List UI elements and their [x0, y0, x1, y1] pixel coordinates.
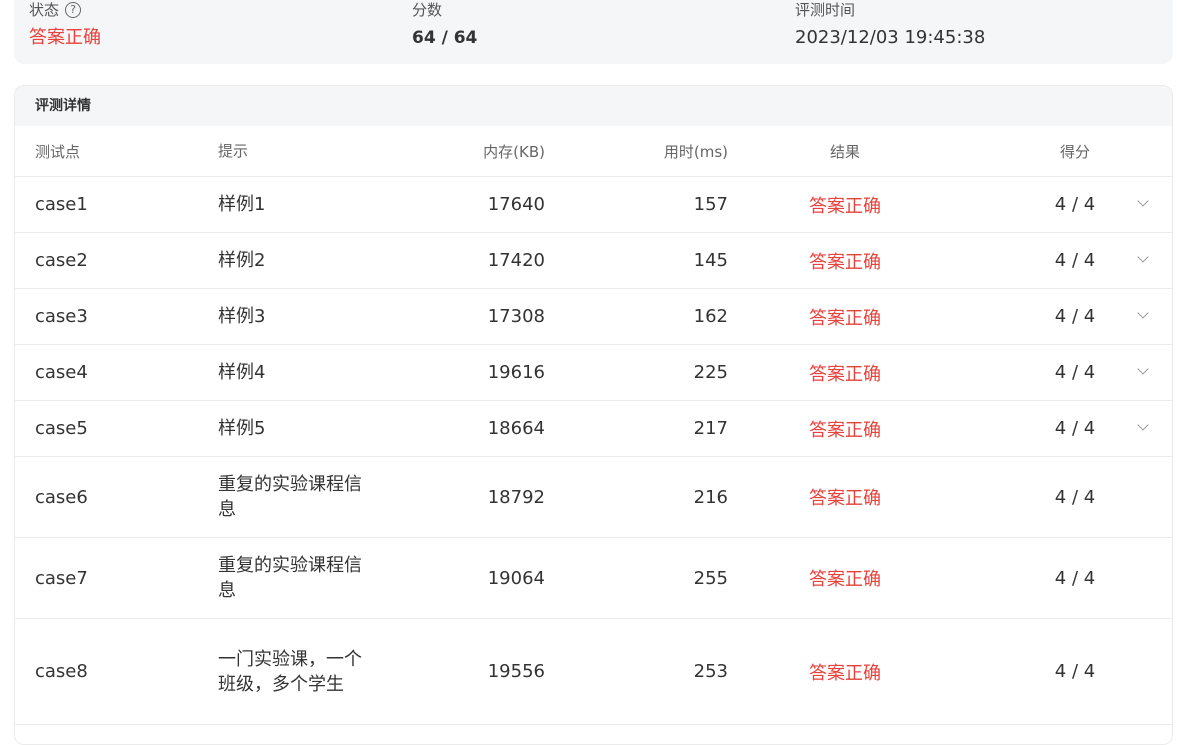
- case-memory: 18792: [487, 486, 545, 508]
- case-hint: 样例4: [218, 362, 266, 383]
- col-header-memory: 内存(KB): [483, 142, 545, 161]
- case-time: 157: [693, 194, 728, 215]
- case-name: case5: [35, 418, 88, 439]
- expand-toggle[interactable]: [1133, 401, 1153, 456]
- expand-toggle[interactable]: [1133, 177, 1153, 232]
- case-name: case3: [35, 306, 88, 327]
- status-block: 状态 ? 答案正确: [29, 0, 101, 50]
- case-hint: 重复的实验课程信息: [218, 474, 362, 520]
- question-circle-icon[interactable]: ?: [65, 2, 82, 18]
- case-time: 253: [693, 661, 728, 682]
- judge-time-value: 2023/12/03 19:45:38: [795, 27, 986, 48]
- table-header: 测试点 提示 内存(KB) 用时(ms) 结果 得分: [15, 126, 1172, 177]
- case-memory: 17308: [487, 306, 545, 327]
- col-header-score: 得分: [1059, 142, 1090, 161]
- score-value: 64 / 64: [412, 28, 478, 48]
- case-result: 答案正确: [809, 569, 881, 590]
- table-row: case7 重复的实验课程信息 19064 255 答案正确 4 / 4: [15, 538, 1172, 619]
- table-row[interactable]: case5 样例5 18664 217 答案正确 4 / 4: [15, 401, 1172, 457]
- chevron-down-icon: [1137, 250, 1149, 263]
- judge-details-title: 评测详情: [15, 86, 1172, 126]
- case-result: 答案正确: [809, 488, 881, 509]
- expand-toggle[interactable]: [1133, 345, 1153, 400]
- judge-time-label: 评测时间: [795, 1, 856, 19]
- col-header-case: 测试点: [35, 142, 81, 161]
- case-score: 4 / 4: [1054, 250, 1096, 271]
- case-memory: 17640: [487, 194, 545, 215]
- chevron-down-icon: [1137, 306, 1149, 319]
- case-result: 答案正确: [809, 363, 881, 385]
- expand-toggle[interactable]: [1133, 233, 1153, 288]
- case-name: case8: [35, 661, 88, 682]
- case-time: 145: [693, 250, 728, 271]
- case-time: 216: [693, 486, 728, 508]
- case-score: 4 / 4: [1054, 661, 1096, 682]
- status-value: 答案正确: [29, 27, 101, 48]
- case-hint: 样例5: [218, 418, 266, 439]
- expand-toggle[interactable]: [1133, 289, 1153, 344]
- case-time: 225: [693, 362, 728, 383]
- submission-summary: 状态 ? 答案正确 分数 64 / 64 评测时间 2023/12/03 19:…: [14, 0, 1173, 64]
- case-memory: 19616: [487, 362, 545, 383]
- table-row: case6 重复的实验课程信息 18792 216 答案正确 4 / 4: [15, 457, 1172, 538]
- case-memory: 17420: [487, 250, 545, 271]
- case-memory: 18664: [487, 418, 545, 439]
- case-time: 255: [693, 567, 728, 589]
- judge-time-block: 评测时间 2023/12/03 19:45:38: [795, 0, 985, 50]
- table-row[interactable]: case4 样例4 19616 225 答案正确 4 / 4: [15, 345, 1172, 401]
- chevron-down-icon: [1137, 194, 1149, 207]
- case-score: 4 / 4: [1054, 567, 1096, 589]
- case-name: case2: [35, 250, 88, 271]
- case-hint: 重复的实验课程信息: [218, 555, 362, 601]
- case-name: case6: [35, 486, 88, 508]
- case-score: 4 / 4: [1054, 194, 1096, 215]
- case-name: case4: [35, 362, 88, 383]
- case-score: 4 / 4: [1054, 486, 1096, 508]
- case-time: 217: [693, 418, 728, 439]
- case-result: 答案正确: [809, 195, 881, 217]
- case-time: 162: [693, 306, 728, 327]
- score-block: 分数 64 / 64: [412, 0, 477, 50]
- case-score: 4 / 4: [1054, 418, 1096, 439]
- col-header-result: 结果: [829, 142, 860, 161]
- case-hint: 样例1: [218, 194, 266, 215]
- case-memory: 19556: [487, 661, 545, 682]
- case-result: 答案正确: [809, 419, 881, 441]
- case-memory: 19064: [487, 567, 545, 589]
- table-row[interactable]: case3 样例3 17308 162 答案正确 4 / 4: [15, 289, 1172, 345]
- case-hint: 样例3: [218, 306, 266, 327]
- case-score: 4 / 4: [1054, 306, 1096, 327]
- col-header-time: 用时(ms): [663, 142, 728, 161]
- table-row: case8 一门实验课，一个班级，多个学生 19556 253 答案正确 4 /…: [15, 619, 1172, 725]
- case-result: 答案正确: [809, 662, 881, 684]
- case-result: 答案正确: [809, 307, 881, 329]
- judge-details-panel: 评测详情 测试点 提示 内存(KB) 用时(ms) 结果 得分 case1 样例…: [14, 85, 1173, 745]
- case-hint: 一门实验课，一个班级，多个学生: [218, 648, 362, 695]
- table-row[interactable]: case2 样例2 17420 145 答案正确 4 / 4: [15, 233, 1172, 289]
- table-row[interactable]: case1 样例1 17640 157 答案正确 4 / 4: [15, 177, 1172, 233]
- case-result: 答案正确: [809, 251, 881, 273]
- case-name: case1: [35, 194, 88, 215]
- col-header-hint: 提示: [218, 141, 249, 160]
- case-name: case7: [35, 567, 88, 589]
- score-label: 分数: [412, 1, 443, 19]
- case-score: 4 / 4: [1054, 362, 1096, 383]
- status-label: 状态: [29, 1, 60, 19]
- case-hint: 样例2: [218, 250, 266, 271]
- chevron-down-icon: [1137, 362, 1149, 375]
- chevron-down-icon: [1137, 418, 1149, 431]
